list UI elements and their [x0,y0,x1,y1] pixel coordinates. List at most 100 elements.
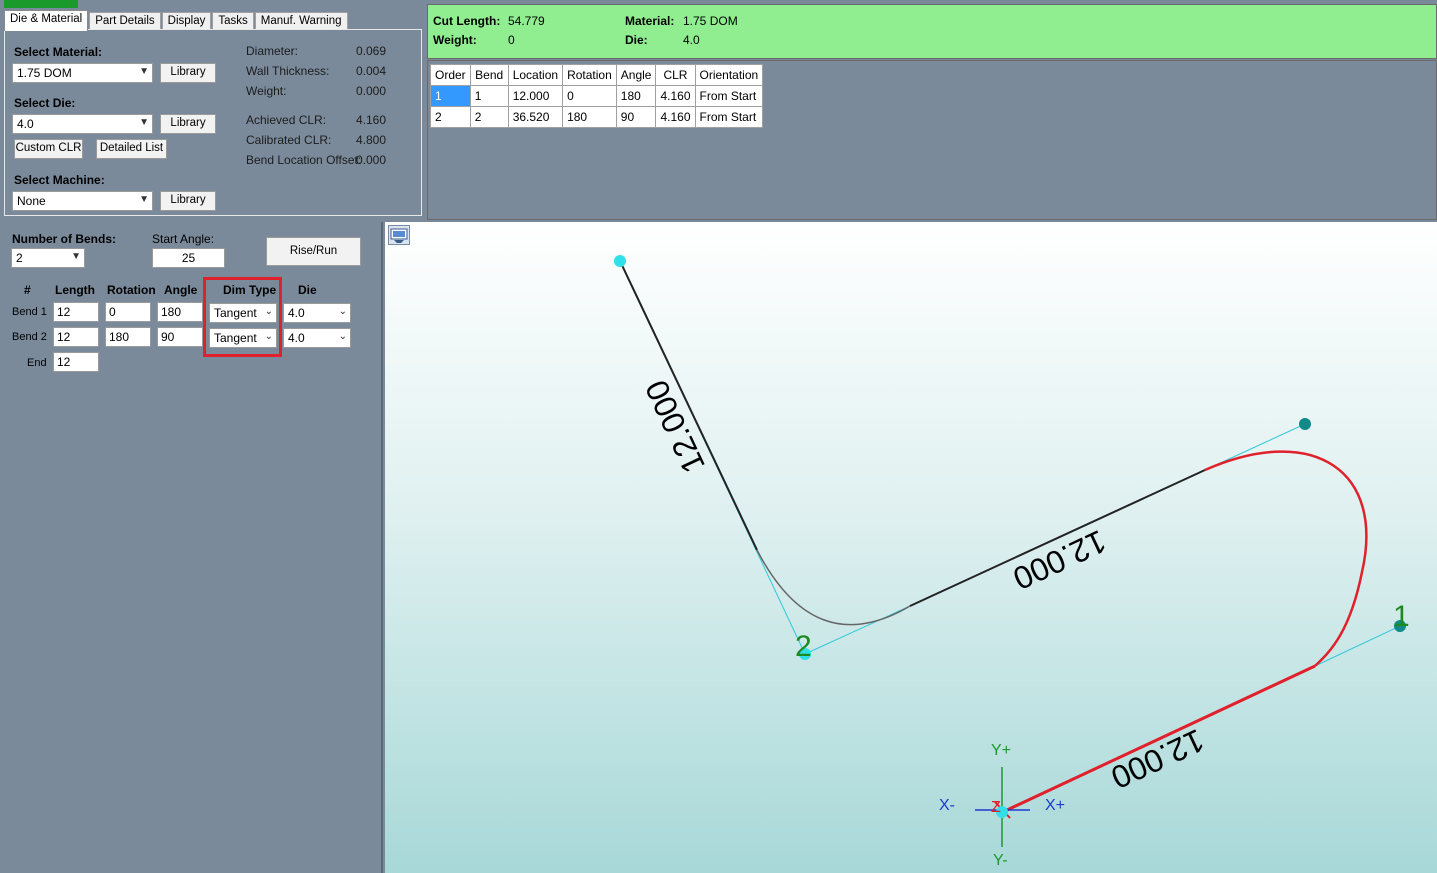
y-plus-label: Y+ [991,742,1011,759]
bend-table: Order Bend Location Rotation Angle CLR O… [430,64,764,128]
bend-2-angle-input[interactable]: 90 [157,327,203,347]
axis-gizmo: Y+ Y- X- X+ Z [939,742,1065,869]
table-cell[interactable]: 1 [430,85,471,107]
table-cell[interactable]: 2 [430,106,471,128]
table-cell[interactable]: 0 [562,85,617,107]
table-cell[interactable]: 4.160 [655,106,696,128]
bend-table-panel: Order Bend Location Rotation Angle CLR O… [427,60,1437,220]
segment-length-label: 12.000 [1106,722,1210,796]
table-cell[interactable]: 36.520 [507,106,564,128]
die-material-content: Select Material: 1.75 DOM ▼ Library Selec… [4,29,422,216]
tangent-line [804,605,911,655]
wall-thickness-label: Wall Thickness: [246,64,330,78]
diameter-value: 0.069 [356,44,387,58]
cut-length-value: 54.779 [508,14,545,28]
material-panel: Die & Material Part Details Display Task… [0,0,424,220]
column-header-die: Die [298,283,317,297]
bend-1-label: Bend 1 [12,306,47,318]
machine-library-button[interactable]: Library [160,191,216,211]
number-of-bends-value: 2 [16,251,23,265]
column-header[interactable]: Location [507,64,564,86]
bend-number-label: 1 [1393,600,1410,633]
bend-node[interactable] [1299,418,1311,430]
diameter-label: Diameter: [246,44,299,58]
calibrated-clr-label: Calibrated CLR: [246,133,332,147]
wall-thickness-value: 0.004 [356,64,387,78]
bend-location-offset-value: 0.000 [356,153,387,167]
die-library-button[interactable]: Library [160,114,216,134]
z-label: Z [991,799,1001,816]
column-header-rotation: Rotation [107,283,156,297]
start-angle-input[interactable]: 25 [152,248,225,268]
tab-die-material[interactable]: Die & Material [4,10,89,31]
chevron-down-icon: ⌄ [338,331,347,342]
bend-2-length-input[interactable]: 12 [53,327,99,347]
summary-die-value: 4.0 [683,33,700,47]
bend-1-length-input[interactable]: 12 [53,302,99,322]
table-cell[interactable]: 4.160 [655,85,696,107]
x-plus-label: X+ [1045,797,1065,814]
3d-viewport[interactable]: 2 1 12.000 12.000 12.000 Y+ Y- X- X+ Z [385,222,1437,873]
column-header[interactable]: CLR [655,64,696,86]
number-of-bends-select[interactable]: 2 ▼ [11,248,85,268]
start-node[interactable] [614,255,626,267]
table-cell[interactable]: 90 [615,106,657,128]
achieved-clr-label: Achieved CLR: [246,113,327,127]
rise-run-button[interactable]: Rise/Run [266,237,361,266]
material-library-button[interactable]: Library [160,63,216,83]
material-select[interactable]: 1.75 DOM ▼ [12,63,153,83]
end-length-input[interactable]: 12 [53,352,99,372]
calibrated-clr-value: 4.800 [356,133,387,147]
weight-label: Weight: [246,84,287,98]
preview-bend-arc [756,549,911,626]
bend-1-angle-input[interactable]: 180 [157,302,203,322]
table-cell[interactable]: From Start [694,106,764,128]
chevron-down-icon: ▼ [71,251,81,262]
table-row[interactable]: 1 1 12.000 0 180 4.160 From Start [430,85,764,107]
summary-material-label: Material: [625,14,675,28]
detailed-list-button[interactable]: Detailed List [96,139,167,159]
machine-select[interactable]: None ▼ [12,191,153,211]
bend-2-die-value: 4.0 [288,331,305,345]
column-header[interactable]: Rotation [562,64,617,86]
status-strip [4,0,78,8]
preview-segment [619,260,758,551]
achieved-clr-value: 4.160 [356,113,387,127]
preview-segment [909,469,1206,607]
table-cell[interactable]: 2 [469,106,509,128]
bend-2-die-select[interactable]: 4.0 ⌄ [283,328,351,348]
bend-1-die-select[interactable]: 4.0 ⌄ [283,303,351,323]
column-header-number: # [24,283,31,297]
table-cell[interactable]: 1 [469,85,509,107]
table-row[interactable]: 2 2 36.520 180 90 4.160 From Start [430,106,764,128]
column-header[interactable]: Bend [469,64,509,86]
bend-preview-canvas: 2 1 12.000 12.000 12.000 Y+ Y- X- X+ Z [614,255,1410,869]
tab-bar: Die & Material Part Details Display Task… [4,10,349,31]
chevron-down-icon: ▼ [139,194,149,205]
bend-1-rotation-input[interactable]: 0 [105,302,151,322]
bend-editor-panel: Number of Bends: 2 ▼ Start Angle: 25 Rise… [0,222,383,873]
bend-2-rotation-input[interactable]: 180 [105,327,151,347]
summary-die-label: Die: [625,33,648,47]
table-cell[interactable]: From Start [694,85,764,107]
summary-weight-value: 0 [508,33,515,47]
column-header[interactable]: Order [430,64,471,86]
column-header[interactable]: Angle [615,64,657,86]
segment-length-label: 12.000 [1008,523,1112,597]
y-minus-label: Y- [993,852,1008,869]
table-cell[interactable]: 180 [615,85,657,107]
chevron-down-icon: ▼ [139,117,149,128]
tube-bend-arc [1204,450,1368,667]
chevron-down-icon: ⌄ [338,306,347,317]
bend-1-die-value: 4.0 [288,306,305,320]
material-select-value: 1.75 DOM [17,66,72,80]
table-cell[interactable]: 12.000 [507,85,564,107]
column-header[interactable]: Orientation [694,64,764,86]
select-die-label: Select Die: [14,96,76,110]
weight-value: 0.000 [356,84,387,98]
die-select[interactable]: 4.0 ▼ [12,114,153,134]
select-material-label: Select Material: [14,45,103,59]
summary-weight-label: Weight: [433,33,477,47]
table-cell[interactable]: 180 [562,106,617,128]
custom-clr-button[interactable]: Custom CLR [14,139,83,159]
